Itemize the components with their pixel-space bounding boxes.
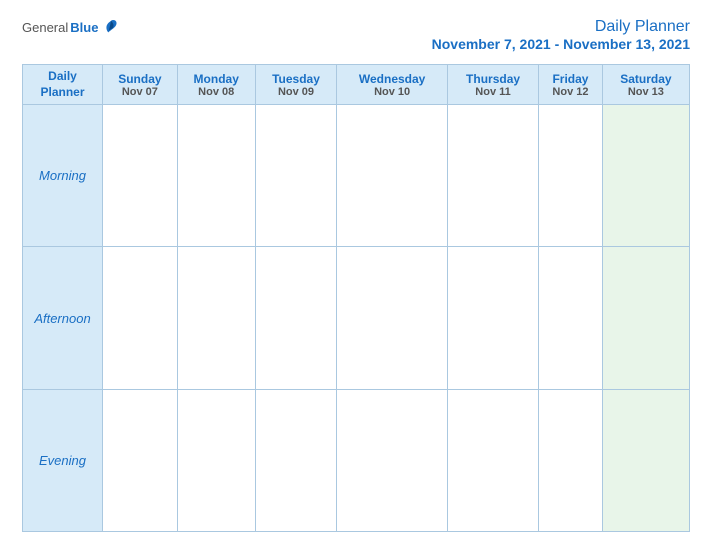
- cell-morning-thursday[interactable]: [447, 105, 538, 247]
- label-evening: Evening: [23, 389, 103, 531]
- cell-evening-saturday[interactable]: [602, 389, 689, 531]
- row-evening: Evening: [23, 389, 690, 531]
- logo-blue-text: Blue: [70, 20, 98, 35]
- cell-morning-saturday[interactable]: [602, 105, 689, 247]
- cell-afternoon-wednesday[interactable]: [337, 247, 448, 389]
- logo-icon: [102, 18, 120, 36]
- logo-area: General Blue: [22, 18, 120, 36]
- cell-evening-thursday[interactable]: [447, 389, 538, 531]
- cell-evening-monday[interactable]: [177, 389, 255, 531]
- day-header-thursday: Thursday Nov 11: [447, 65, 538, 105]
- cell-morning-wednesday[interactable]: [337, 105, 448, 247]
- cell-afternoon-friday[interactable]: [539, 247, 603, 389]
- cell-afternoon-saturday[interactable]: [602, 247, 689, 389]
- cell-afternoon-sunday[interactable]: [103, 247, 178, 389]
- cell-afternoon-monday[interactable]: [177, 247, 255, 389]
- label-afternoon: Afternoon: [23, 247, 103, 389]
- day-header-friday: Friday Nov 12: [539, 65, 603, 105]
- cell-evening-tuesday[interactable]: [255, 389, 337, 531]
- day-header-monday: Monday Nov 08: [177, 65, 255, 105]
- calendar-table: Daily Planner Sunday Nov 07 Monday Nov 0…: [22, 64, 690, 532]
- day-header-saturday: Saturday Nov 13: [602, 65, 689, 105]
- logo: General Blue: [22, 18, 120, 36]
- cell-evening-sunday[interactable]: [103, 389, 178, 531]
- cell-afternoon-thursday[interactable]: [447, 247, 538, 389]
- day-header-sunday: Sunday Nov 07: [103, 65, 178, 105]
- header: General Blue Daily Planner November 7, 2…: [22, 18, 690, 52]
- cell-morning-monday[interactable]: [177, 105, 255, 247]
- label-morning: Morning: [23, 105, 103, 247]
- cell-morning-tuesday[interactable]: [255, 105, 337, 247]
- header-row: Daily Planner Sunday Nov 07 Monday Nov 0…: [23, 65, 690, 105]
- page-title: Daily Planner: [432, 18, 690, 36]
- cell-morning-friday[interactable]: [539, 105, 603, 247]
- logo-general-text: General: [22, 20, 68, 35]
- row-afternoon: Afternoon: [23, 247, 690, 389]
- corner-label: Daily Planner: [40, 69, 84, 99]
- date-range: November 7, 2021 - November 13, 2021: [432, 36, 690, 52]
- page: General Blue Daily Planner November 7, 2…: [0, 0, 712, 550]
- cell-afternoon-tuesday[interactable]: [255, 247, 337, 389]
- title-area: Daily Planner November 7, 2021 - Novembe…: [432, 18, 690, 52]
- day-header-wednesday: Wednesday Nov 10: [337, 65, 448, 105]
- cell-evening-wednesday[interactable]: [337, 389, 448, 531]
- row-morning: Morning: [23, 105, 690, 247]
- cell-evening-friday[interactable]: [539, 389, 603, 531]
- day-header-tuesday: Tuesday Nov 09: [255, 65, 337, 105]
- corner-header: Daily Planner: [23, 65, 103, 105]
- cell-morning-sunday[interactable]: [103, 105, 178, 247]
